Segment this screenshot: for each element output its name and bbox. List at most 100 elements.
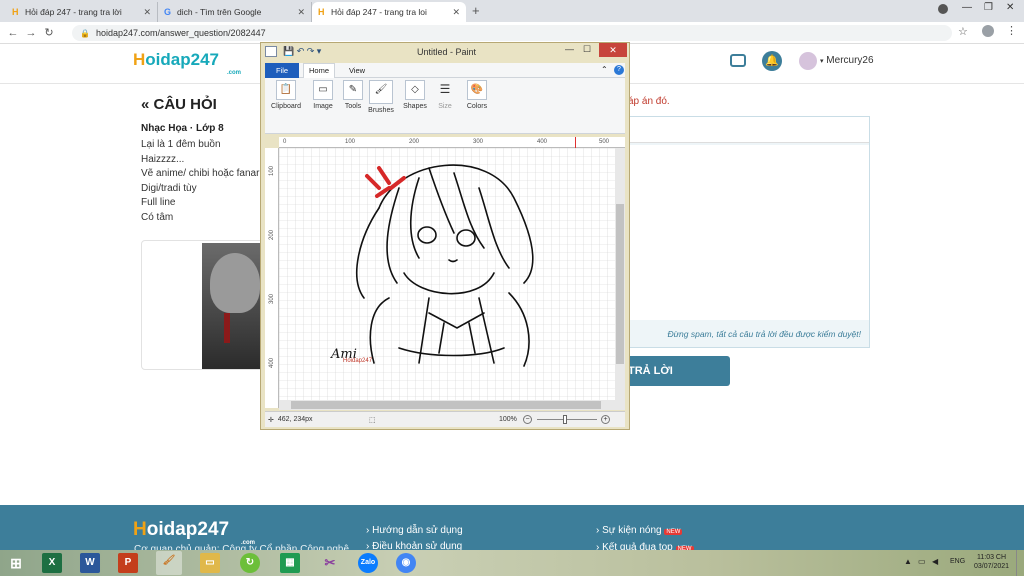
chat-icon[interactable] xyxy=(730,54,746,67)
profile-icon[interactable] xyxy=(982,25,994,37)
close-icon[interactable]: ✕ xyxy=(143,7,151,18)
ribbon-tabs: File Home View ⌃ ? xyxy=(265,63,625,78)
excel-icon[interactable]: X xyxy=(42,553,62,573)
tab-view[interactable]: View xyxy=(343,63,371,78)
paint-title-bar[interactable]: 💾 ↶ ↷ ▾ Untitled - Paint — ☐ ✕ xyxy=(261,43,629,61)
logo-letter: H xyxy=(133,519,147,540)
language-indicator[interactable]: ENG xyxy=(950,558,965,565)
site-footer: Hoidap247 .com Cơ quan chủ quản: Công ty… xyxy=(0,505,1024,555)
canvas-gridlines xyxy=(279,148,615,400)
question-line: Digi/tradi tùy xyxy=(141,182,197,194)
browser-tab-active[interactable]: H Hỏi đáp 247 - trang tra loi ✕ xyxy=(312,2,466,22)
quick-access-icons[interactable]: 💾 ↶ ↷ ▾ xyxy=(283,46,321,57)
zoom-slider-handle[interactable] xyxy=(563,415,567,424)
group-label: Colors xyxy=(466,103,488,110)
image-detail xyxy=(224,313,230,343)
group-clipboard[interactable]: 📋 Clipboard xyxy=(267,80,305,130)
snipping-tool-icon[interactable]: ✂ xyxy=(320,553,340,573)
site-logo[interactable]: Hoidap247 .com xyxy=(133,50,241,76)
group-size[interactable]: ☰ Size xyxy=(427,80,463,130)
hoidap-favicon-icon: H xyxy=(12,6,19,17)
zoom-out-icon[interactable]: − xyxy=(523,415,532,424)
tab-home[interactable]: Home xyxy=(303,63,335,78)
record-icon[interactable] xyxy=(938,4,948,14)
zalo-icon[interactable]: Zalo xyxy=(358,553,378,573)
tray-overflow-icon[interactable]: ▲ xyxy=(904,557,912,566)
new-tab-icon[interactable]: + xyxy=(472,3,480,18)
calculator-icon[interactable]: ▦ xyxy=(280,553,300,573)
network-icon[interactable]: ▭ xyxy=(918,557,926,566)
paint-taskbar-icon[interactable]: 🖌 xyxy=(156,551,182,575)
browser-tab[interactable]: H Hỏi đáp 247 - trang tra lời ✕ xyxy=(6,2,158,22)
group-colors[interactable]: 🎨 Colors xyxy=(459,80,495,130)
shapes-icon: ◇ xyxy=(405,80,425,100)
powerpoint-icon[interactable]: P xyxy=(118,553,138,573)
zoom-slider-track[interactable] xyxy=(537,419,597,420)
ruler-label: 0 xyxy=(283,139,287,145)
scroll-thumb[interactable] xyxy=(616,204,624,364)
user-menu[interactable]: ▾ Mercury26 xyxy=(820,55,874,66)
help-icon[interactable]: ? xyxy=(614,65,624,75)
close-icon[interactable]: ✕ xyxy=(452,7,460,18)
avatar[interactable] xyxy=(799,52,817,70)
horizontal-ruler: 0 100 200 300 400 500 xyxy=(279,137,625,148)
paint-maximize-icon[interactable]: ☐ xyxy=(583,44,591,55)
selection-size-icon: ⬚ xyxy=(369,416,376,424)
url-text: hoidap247.com/answer_question/2082447 xyxy=(95,28,266,38)
word-icon[interactable]: W xyxy=(80,553,100,573)
browser-tab[interactable]: G dich - Tìm trên Google ✕ xyxy=(158,2,312,22)
minimize-icon[interactable]: — xyxy=(962,2,972,13)
question-line: Có tâm xyxy=(141,211,174,223)
refresh-app-icon[interactable]: ↻ xyxy=(240,553,260,573)
volume-icon[interactable]: ◀ xyxy=(932,557,938,566)
group-label: Clipboard xyxy=(271,103,301,110)
ruler-label: 400 xyxy=(537,139,548,145)
window-close-icon[interactable]: ✕ xyxy=(1006,2,1014,13)
zoom-in-icon[interactable]: + xyxy=(601,415,610,424)
new-badge: NEW xyxy=(664,529,683,535)
footer-logo[interactable]: Hoidap247 .com xyxy=(133,519,255,546)
horizontal-scrollbar[interactable] xyxy=(279,400,615,410)
answer-hint: áp án đó. xyxy=(628,96,670,107)
drawing-svg[interactable]: Ami Hoidap247 xyxy=(279,148,615,400)
windows-taskbar: ⊞ X W P 🖌 ▭ ↻ ▦ ✂ Zalo ◉ ▲ ▭ ◀ ENG 11:03… xyxy=(0,550,1024,576)
lock-icon: 🔒 xyxy=(80,28,90,38)
address-bar: ← → ↻ 🔒 hoidap247.com/answer_question/20… xyxy=(0,22,1024,44)
question-image-card[interactable] xyxy=(141,240,271,370)
paint-minimize-icon[interactable]: — xyxy=(565,44,574,54)
reload-icon[interactable]: ↻ xyxy=(40,26,58,39)
menu-icon[interactable]: ⋮ xyxy=(1006,24,1017,37)
maximize-icon[interactable]: ❐ xyxy=(984,2,993,13)
editor-textarea[interactable] xyxy=(629,145,869,320)
image-icon: ▭ xyxy=(313,80,333,100)
close-icon[interactable]: ✕ xyxy=(297,7,305,18)
ruler-label: 500 xyxy=(599,139,610,145)
forward-icon[interactable]: → xyxy=(22,27,40,39)
url-field[interactable]: 🔒 hoidap247.com/answer_question/2082447 xyxy=(72,25,952,41)
bell-icon[interactable]: 🔔 xyxy=(762,51,782,71)
show-desktop-button[interactable] xyxy=(1016,550,1024,576)
vertical-scrollbar[interactable] xyxy=(615,148,625,410)
star-icon[interactable]: ☆ xyxy=(958,25,968,38)
paint-canvas[interactable]: Ami Hoidap247 xyxy=(279,148,615,400)
zoom-level: 100% xyxy=(499,416,517,423)
scroll-thumb[interactable] xyxy=(291,401,601,409)
answer-editor[interactable]: Đừng spam, tất cả câu trả lời đều được k… xyxy=(628,116,870,348)
paint-close-icon[interactable]: ✕ xyxy=(599,43,627,57)
group-brushes[interactable]: 🖌 Brushes xyxy=(363,80,399,130)
paint-window[interactable]: 💾 ↶ ↷ ▾ Untitled - Paint — ☐ ✕ File Home… xyxy=(260,42,630,430)
start-icon[interactable]: ⊞ xyxy=(6,553,26,573)
brushes-icon: 🖌 xyxy=(369,80,393,104)
ribbon-collapse-icon[interactable]: ⌃ xyxy=(601,65,608,74)
group-label: Tools xyxy=(344,103,362,110)
back-icon[interactable]: ← xyxy=(4,27,22,39)
footer-link[interactable]: › Hướng dẫn sử dụng xyxy=(366,523,463,539)
editor-toolbar xyxy=(629,117,869,143)
tab-file[interactable]: File xyxy=(265,63,299,78)
paint-app-icon[interactable] xyxy=(265,46,277,57)
chrome-icon[interactable]: ◉ xyxy=(396,553,416,573)
clock-time: 11:03 CH xyxy=(976,554,1007,561)
file-explorer-icon[interactable]: ▭ xyxy=(200,553,220,573)
footer-link[interactable]: › Sự kiện nóng NEW xyxy=(596,523,694,540)
clock[interactable]: 11:03 CH 03/07/2021 xyxy=(974,553,1009,571)
